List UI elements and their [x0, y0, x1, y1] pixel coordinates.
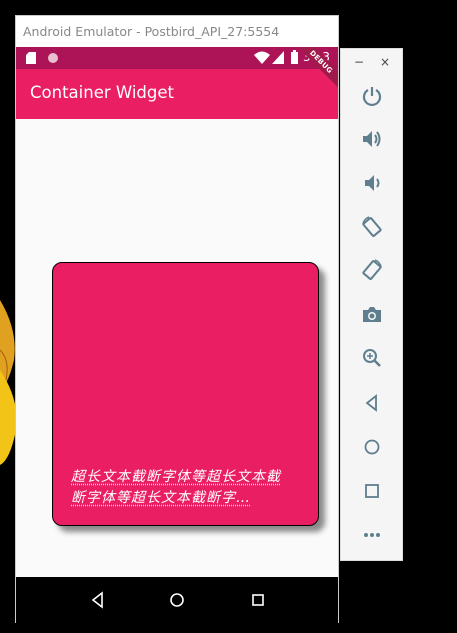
camera-icon[interactable] [361, 304, 383, 326]
zoom-icon[interactable] [361, 347, 383, 369]
notification-circle-icon [48, 53, 58, 63]
sd-card-icon [26, 52, 36, 64]
status-bar: 3:13 [16, 47, 338, 69]
more-icon[interactable] [361, 524, 383, 546]
battery-icon [291, 50, 298, 64]
close-button[interactable]: × [380, 55, 390, 69]
emulator-toolbar: − × [340, 48, 403, 561]
cell-signal-icon [272, 51, 284, 64]
navigation-bar [16, 577, 338, 623]
nav-home-icon[interactable] [167, 590, 187, 610]
nav-overview-icon[interactable] [248, 590, 268, 610]
emulator-window: Android Emulator - Postbird_API_27:5554 … [15, 15, 339, 623]
page-title: Container Widget [30, 83, 174, 102]
rotate-left-icon[interactable] [361, 216, 383, 238]
overview-icon[interactable] [361, 480, 383, 502]
container-card: 超长文本截断字体等超长文本截断字体等超长文本截断字… [52, 262, 319, 526]
back-icon[interactable] [361, 392, 383, 414]
nav-back-icon[interactable] [88, 590, 108, 610]
home-icon[interactable] [361, 436, 383, 458]
minimize-button[interactable]: − [354, 55, 364, 69]
card-text: 超长文本截断字体等超长文本截断字体等超长文本截断字… [71, 469, 281, 506]
rotate-right-icon[interactable] [361, 259, 383, 281]
volume-down-icon[interactable] [361, 172, 383, 194]
window-title: Android Emulator - Postbird_API_27:5554 [16, 16, 338, 47]
device-screen: 3:13 Container Widget DEBUG 超长文本截断字体等超长文… [16, 47, 338, 623]
app-bar: Container Widget [16, 69, 338, 119]
volume-up-icon[interactable] [361, 128, 383, 150]
power-icon[interactable] [361, 85, 383, 107]
wifi-icon [254, 51, 270, 64]
app-body: 超长文本截断字体等超长文本截断字体等超长文本截断字… [16, 119, 338, 577]
